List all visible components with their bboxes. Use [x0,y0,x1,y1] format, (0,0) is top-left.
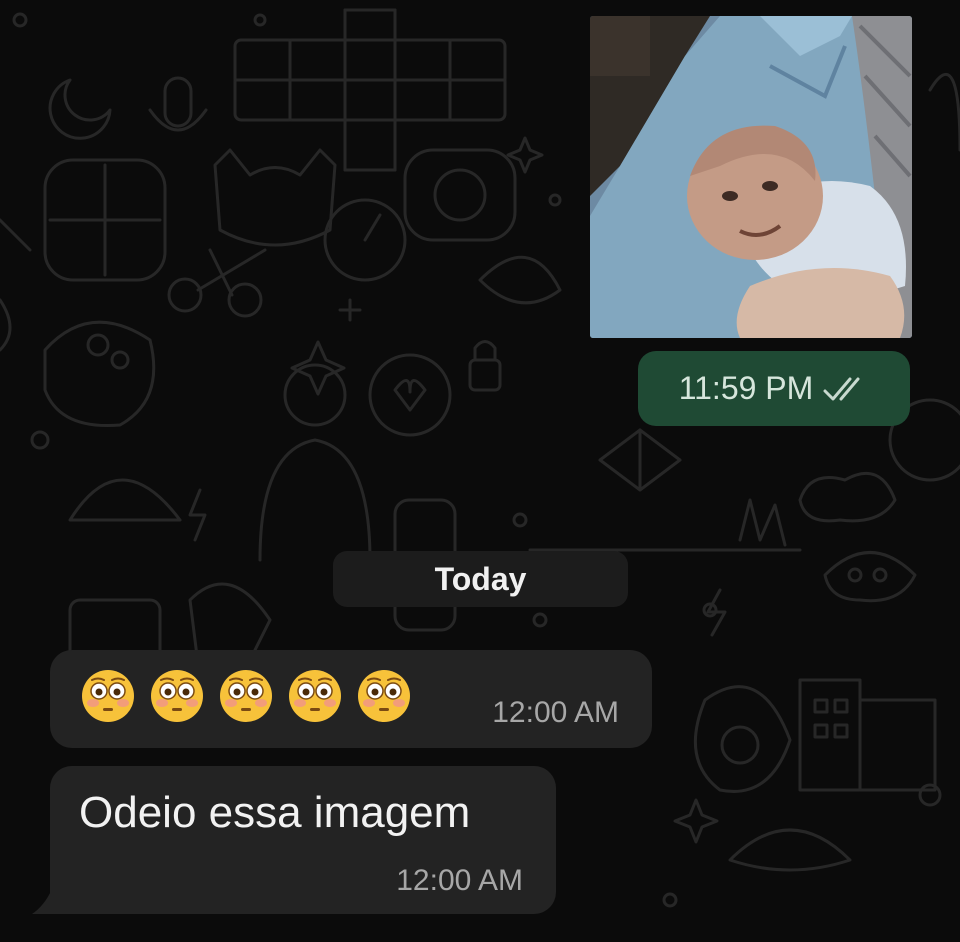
flushed-face-emoji [358,670,410,722]
received-message[interactable]: Odeio essa imagem 12:00 AM [50,766,556,914]
flushed-face-emoji [151,670,203,722]
sent-message-time: 11:59 PM [678,370,814,406]
crossword-doodle [233,8,507,172]
message-text: Odeio essa imagem [79,788,471,837]
date-separator-label: Today [434,560,527,597]
sent-photo[interactable] [590,16,912,338]
sent-photo-image [590,16,912,338]
date-separator: Today [333,551,628,607]
flushed-face-emoji [220,670,272,722]
emoji-row [80,668,412,724]
flushed-face-emoji [82,670,134,722]
received-message[interactable]: 12:00 AM [50,650,652,748]
message-time: 12:00 AM [396,864,523,897]
double-check-icon [823,377,860,400]
flushed-face-emoji [289,670,341,722]
message-time: 12:00 AM [492,696,619,729]
sent-message-meta[interactable]: 11:59 PM [638,351,910,426]
